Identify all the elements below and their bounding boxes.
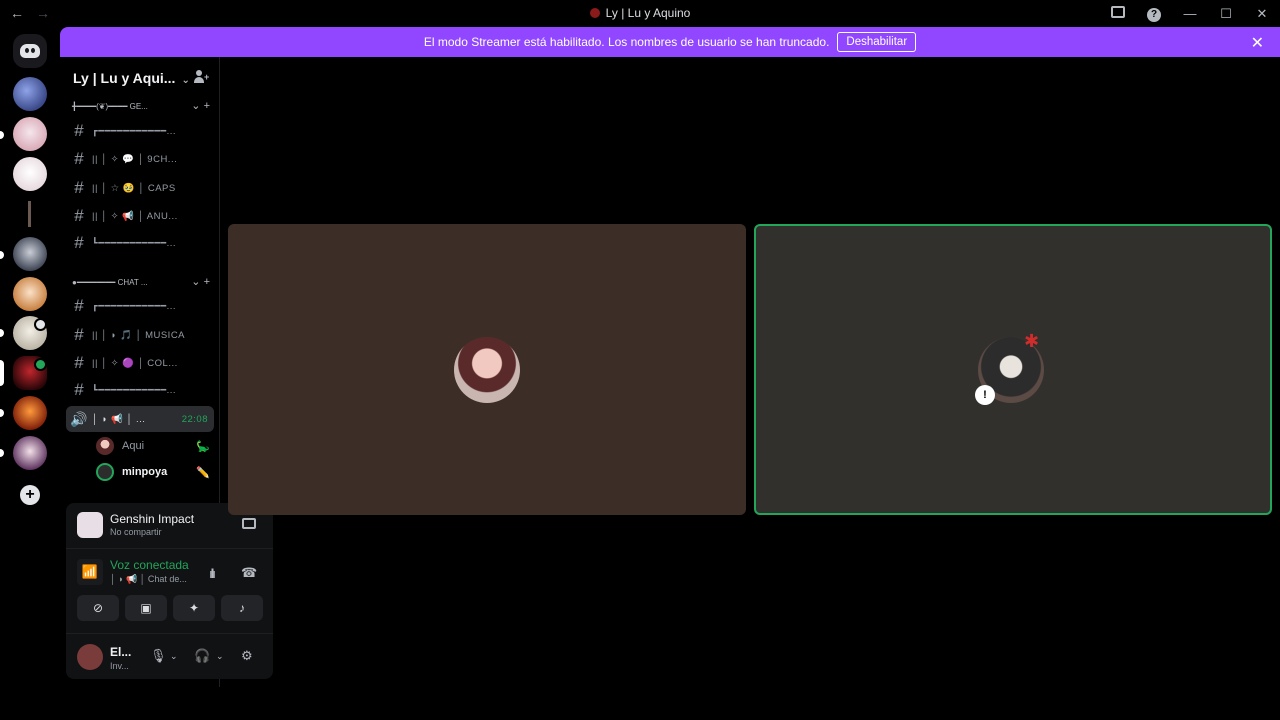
window-title: Ly | Lu y Aquino	[0, 6, 1280, 20]
speaker-icon: 🔊	[70, 410, 88, 427]
avatar	[96, 463, 114, 481]
hash-icon: #	[74, 206, 84, 225]
voice-status[interactable]: Voz conectada	[110, 558, 189, 572]
category-header[interactable]: ●━━━━━━━━ CHAT ... ⌄ +	[72, 274, 210, 290]
text-channel[interactable]: # ┏━━━━━━━━━━━...	[66, 118, 214, 144]
close-icon[interactable]: ✕	[1251, 33, 1264, 53]
server-icon[interactable]	[13, 277, 47, 311]
dinosaur-icon: 🦕	[196, 440, 210, 453]
help-icon: ?	[1147, 8, 1161, 22]
participant-tile[interactable]	[228, 224, 746, 515]
banner-text: El modo Streamer está habilitado. Los no…	[423, 35, 830, 49]
maximize-button[interactable]: ☐	[1208, 6, 1244, 22]
unread-pill	[0, 251, 4, 259]
activities-button[interactable]: ✦	[173, 595, 215, 621]
invite-people-icon[interactable]: +	[194, 70, 209, 84]
discord-logo-icon	[20, 44, 40, 58]
voice-user[interactable]: Aqui 🦕	[96, 434, 214, 458]
hash-icon: #	[74, 149, 84, 168]
screen-share-icon[interactable]	[242, 518, 256, 529]
notification-badge	[34, 318, 47, 331]
title-bar: ← → Ly | Lu y Aquino ? — ☐ ✕	[0, 0, 1280, 27]
text-channel[interactable]: # || │ ✧ 💬 │ 9CH...	[66, 146, 214, 172]
text-channel[interactable]: # ┏━━━━━━━━━━━...	[66, 293, 214, 319]
streamer-mode-banner: El modo Streamer está habilitado. Los no…	[60, 27, 1280, 57]
minimize-button[interactable]: —	[1172, 6, 1208, 21]
microphone-icon[interactable]: 🎙	[150, 648, 167, 664]
hash-icon: #	[74, 233, 84, 252]
headphones-icon[interactable]: 🎧	[194, 648, 210, 664]
voice-channel-active[interactable]: 🔊 │ ◗ 📢 │ ... 22:08	[66, 406, 214, 432]
gear-icon[interactable]: ⚙	[241, 648, 253, 664]
hash-icon: #	[74, 296, 84, 315]
signal-icon[interactable]: 📶	[77, 559, 103, 585]
hash-icon: #	[74, 178, 84, 197]
add-server-icon[interactable]: +	[20, 485, 40, 505]
close-window-button[interactable]: ✕	[1244, 6, 1280, 22]
hash-icon: #	[74, 353, 84, 372]
server-icon[interactable]	[13, 117, 47, 151]
anger-symbol-icon: ✱	[1024, 331, 1040, 351]
user-panel: Genshin Impact No compartir 📶 Voz conect…	[66, 503, 273, 679]
muted-icon: !	[975, 385, 995, 405]
text-channel[interactable]: # || │ ✧ 🟣 │ COL...	[66, 350, 214, 376]
server-rail: +	[0, 27, 60, 720]
text-channel[interactable]: # ┗━━━━━━━━━━━...	[66, 377, 214, 403]
hash-icon: #	[74, 121, 84, 140]
voice-timer: 22:08	[181, 413, 208, 425]
server-header[interactable]: Ly | Lu y Aqui... ⌄	[73, 70, 190, 86]
game-icon	[77, 512, 103, 538]
text-channel[interactable]: # || │ ◗ 🎵 │ MUSICA	[66, 322, 214, 348]
server-icon[interactable]	[13, 197, 47, 231]
text-channel[interactable]: # || │ ✧ 📢 │ ANU...	[66, 203, 214, 229]
noise-suppression-icon[interactable]: ıllı	[209, 566, 216, 581]
avatar	[454, 337, 520, 403]
category-header[interactable]: ╋━━━━(❦)━━━━ GE... ⌄ +	[72, 98, 210, 114]
discord-home-button[interactable]	[13, 34, 47, 68]
soundboard-button[interactable]: ♪	[221, 595, 263, 621]
unread-pill	[0, 131, 4, 139]
chevron-plus-icon: ⌄ +	[191, 100, 210, 112]
unread-pill	[0, 409, 4, 417]
voice-active-badge	[34, 358, 47, 371]
selected-pill	[0, 360, 4, 386]
pencil-icon: ✏️	[196, 466, 210, 479]
server-logo-icon	[589, 8, 600, 18]
text-channel[interactable]: # ┗━━━━━━━━━━━...	[66, 230, 214, 256]
channel-sidebar: Ly | Lu y Aqui... ⌄ + ╋━━━━(❦)━━━━ GE... ⌄…	[60, 57, 273, 687]
camera-off-button[interactable]: ⊘	[77, 595, 119, 621]
voice-user-speaking[interactable]: minpoya ✏️	[96, 460, 214, 484]
inbox-button[interactable]	[1100, 6, 1136, 21]
inbox-icon	[1111, 6, 1125, 18]
voice-connection: 📶 Voz conectada │ ◗ 📢 │ Chat de... ıllı …	[66, 553, 273, 593]
server-icon[interactable]	[13, 396, 47, 430]
voice-channel-name[interactable]: │ ◗ 📢 │ Chat de...	[110, 574, 187, 585]
disable-streamer-button[interactable]: Deshabilitar	[837, 32, 917, 52]
user-row: El... Inv... 🎙 ⌄ 🎧 ⌄ ⚙	[66, 633, 273, 679]
server-icon[interactable]	[13, 237, 47, 271]
chevron-down-icon[interactable]: ⌄	[216, 651, 224, 662]
share-screen-button[interactable]: ▣	[125, 595, 167, 621]
hash-icon: #	[74, 325, 84, 344]
help-button[interactable]: ?	[1136, 5, 1172, 22]
unread-pill	[0, 449, 4, 457]
hash-icon: #	[74, 380, 84, 399]
server-icon[interactable]	[13, 436, 47, 470]
chevron-plus-icon: ⌄ +	[191, 276, 210, 288]
voice-actions: ⊘ ▣ ✦ ♪	[77, 595, 263, 621]
chevron-down-icon: ⌄	[181, 75, 190, 86]
chevron-down-icon[interactable]: ⌄	[170, 651, 178, 662]
text-channel[interactable]: # || │ ☆ 🥹 │ CAPS	[66, 175, 214, 201]
unread-pill	[0, 329, 4, 337]
server-icon[interactable]	[13, 157, 47, 191]
participant-tile-speaking[interactable]: ✱ !	[754, 224, 1272, 515]
disconnect-icon[interactable]: ☎	[241, 565, 257, 581]
avatar	[96, 437, 114, 455]
server-icon[interactable]	[13, 77, 47, 111]
avatar[interactable]	[77, 644, 103, 670]
